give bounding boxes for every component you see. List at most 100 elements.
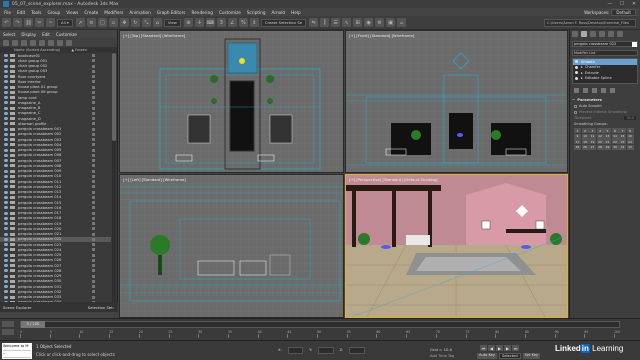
parameters-rollout[interactable]: − Parameters bbox=[572, 97, 638, 102]
smoothing-group-button[interactable]: 18 bbox=[581, 139, 589, 144]
explorer-row-name[interactable]: pergola crossbeam 001 bbox=[18, 127, 88, 131]
spinner-snap-icon[interactable]: ⇕ bbox=[249, 18, 259, 27]
smoothing-group-button[interactable]: 21 bbox=[604, 139, 611, 144]
material-editor-icon[interactable]: ◉ bbox=[364, 18, 374, 27]
visibility-eye-icon[interactable] bbox=[4, 248, 8, 252]
smoothing-group-button[interactable]: 11 bbox=[589, 133, 596, 139]
explorer-menu-edit[interactable]: Edit bbox=[42, 32, 50, 37]
visibility-eye-icon[interactable] bbox=[4, 85, 8, 89]
visibility-eye-icon[interactable] bbox=[4, 96, 8, 100]
explorer-row-name[interactable]: magazine_C bbox=[18, 111, 88, 115]
explorer-row-name[interactable]: floor courtyard bbox=[18, 75, 88, 79]
prevent-indirect-checkbox[interactable] bbox=[574, 110, 577, 114]
make-unique-icon[interactable] bbox=[592, 87, 597, 93]
explorer-row-name[interactable]: pergola crossbeam 009 bbox=[18, 169, 88, 173]
frozen-toggle-icon[interactable] bbox=[92, 169, 95, 173]
modifier-stack-label[interactable]: Editable Spline bbox=[585, 76, 612, 80]
smoothing-group-button[interactable]: 26 bbox=[581, 144, 589, 150]
explorer-menu-customize[interactable]: Customize bbox=[56, 32, 77, 37]
previous-frame-icon[interactable]: ◀ bbox=[488, 345, 495, 351]
open-mini-curve-editor-icon[interactable] bbox=[2, 321, 14, 327]
frozen-toggle-icon[interactable] bbox=[92, 195, 95, 199]
configure-modifier-sets-icon[interactable] bbox=[610, 87, 615, 93]
explorer-row-name[interactable]: lamp cord bbox=[18, 96, 88, 100]
filter-icon[interactable] bbox=[3, 39, 9, 46]
modifier-toggle-icon[interactable] bbox=[575, 71, 578, 75]
smoothing-group-button[interactable]: 6 bbox=[611, 128, 619, 133]
frozen-toggle-icon[interactable] bbox=[92, 248, 95, 252]
frozen-toggle-icon[interactable] bbox=[92, 243, 95, 247]
explorer-menu-display[interactable]: Display bbox=[21, 32, 36, 37]
motion-tab-icon[interactable] bbox=[599, 31, 605, 37]
scrollbar-thumb[interactable] bbox=[112, 53, 116, 141]
redo-icon[interactable]: ↷ bbox=[13, 18, 22, 27]
visibility-eye-icon[interactable] bbox=[4, 295, 8, 299]
frozen-toggle-icon[interactable] bbox=[92, 106, 95, 110]
max-app-icon[interactable] bbox=[3, 1, 9, 7]
frozen-toggle-icon[interactable] bbox=[92, 75, 95, 79]
visibility-eye-icon[interactable] bbox=[4, 264, 8, 268]
frozen-toggle-icon[interactable] bbox=[92, 148, 95, 152]
place-icon[interactable]: ⌂ bbox=[152, 18, 162, 27]
maxscript-line-2[interactable]: -- bbox=[3, 351, 31, 358]
explorer-row-name[interactable]: pergola crossbeam 012 bbox=[18, 185, 88, 189]
display-lights-icon[interactable] bbox=[39, 39, 45, 46]
render-setup-icon[interactable]: ⚙ bbox=[375, 18, 385, 27]
menu-tools[interactable]: Tools bbox=[31, 10, 41, 15]
explorer-row-name[interactable]: pergola crossbeam 028 bbox=[18, 269, 88, 273]
explorer-row-name[interactable]: magazine_A bbox=[18, 101, 88, 105]
window-crossing-icon[interactable]: ▫ bbox=[108, 18, 118, 27]
frozen-toggle-icon[interactable] bbox=[92, 185, 95, 189]
object-color-swatch[interactable] bbox=[632, 41, 637, 47]
explorer-row-name[interactable]: pergola crossbeam 026 bbox=[18, 258, 88, 262]
frozen-toggle-icon[interactable] bbox=[92, 80, 95, 84]
display-cameras-icon[interactable] bbox=[48, 39, 54, 46]
explorer-row-name[interactable]: pergola crossbeam 017 bbox=[18, 211, 88, 215]
visibility-eye-icon[interactable] bbox=[4, 211, 8, 215]
frozen-toggle-icon[interactable] bbox=[92, 159, 95, 163]
frozen-toggle-icon[interactable] bbox=[92, 59, 95, 63]
menu-views[interactable]: Views bbox=[66, 10, 78, 15]
menu-animation[interactable]: Animation bbox=[129, 10, 150, 15]
rotate-icon[interactable]: ↻ bbox=[130, 18, 140, 27]
visibility-eye-icon[interactable] bbox=[4, 190, 8, 194]
play-icon[interactable]: ▶ bbox=[496, 345, 503, 351]
frozen-toggle-icon[interactable] bbox=[92, 64, 95, 68]
explorer-row-name[interactable]: pergola crossbeam 013 bbox=[18, 190, 88, 194]
display-geometry-icon[interactable] bbox=[21, 39, 27, 46]
frozen-toggle-icon[interactable] bbox=[92, 143, 95, 147]
smoothing-group-button[interactable]: 15 bbox=[619, 133, 626, 139]
visibility-eye-icon[interactable] bbox=[4, 153, 8, 157]
object-name-value[interactable]: pergola crossbeam 022 bbox=[574, 42, 616, 46]
visibility-eye-icon[interactable] bbox=[4, 164, 8, 168]
rectangular-selection-icon[interactable]: □ bbox=[97, 18, 107, 27]
modifier-stack-label[interactable]: Extrude bbox=[585, 71, 599, 75]
auto-smooth-option[interactable]: Auto Smooth bbox=[574, 104, 636, 108]
named-selection-set-dropdown[interactable]: Create Selection Se bbox=[260, 18, 307, 27]
pin-stack-icon[interactable] bbox=[574, 87, 579, 93]
explorer-row-name[interactable]: pergola crossbeam 003 bbox=[18, 138, 88, 142]
explorer-row-name[interactable]: pergola crossbeam 022 bbox=[18, 237, 88, 241]
menu-customize[interactable]: Customize bbox=[219, 10, 241, 15]
frozen-toggle-icon[interactable] bbox=[92, 253, 95, 257]
explorer-row-name[interactable]: pergola crossbeam 027 bbox=[18, 264, 88, 268]
menu-modifiers[interactable]: Modifiers bbox=[104, 10, 123, 15]
frozen-toggle-icon[interactable] bbox=[92, 164, 95, 168]
modifier-list-dropdown[interactable]: Modifier List bbox=[572, 50, 638, 56]
project-folder-path[interactable]: C:\Users\Aaron F. Ross\Desktop\Exercise_… bbox=[544, 18, 636, 27]
menu-help[interactable]: Help bbox=[291, 10, 301, 15]
explorer-row-name[interactable]: chair group 003 bbox=[18, 69, 88, 73]
smoothing-group-button[interactable]: 9 bbox=[574, 133, 581, 139]
move-icon[interactable]: ✥ bbox=[119, 18, 129, 27]
visibility-eye-icon[interactable] bbox=[4, 143, 8, 147]
timeline-toggle-icon[interactable] bbox=[2, 329, 14, 335]
mirror-icon[interactable]: ⇋ bbox=[309, 18, 319, 27]
viewport-left[interactable]: [+] [Left] [Standard] [Wireframe] bbox=[119, 174, 344, 318]
z-field[interactable] bbox=[349, 347, 365, 354]
render-icon[interactable]: ☕ bbox=[397, 18, 407, 27]
modifier-stack-label[interactable]: Smooth bbox=[581, 60, 595, 64]
viewport-label-left[interactable]: [+] [Left] [Standard] [Wireframe] bbox=[123, 177, 186, 182]
menu-edit[interactable]: Edit bbox=[17, 10, 25, 15]
display-helpers-icon[interactable] bbox=[57, 39, 63, 46]
explorer-row-name[interactable]: pergola crossbeam 024 bbox=[18, 248, 88, 252]
